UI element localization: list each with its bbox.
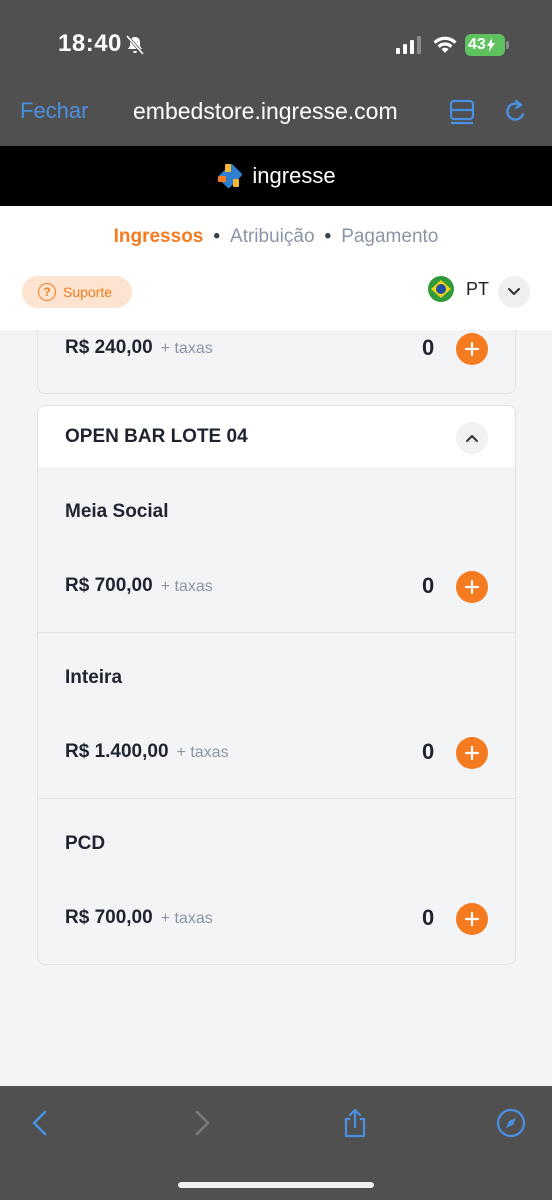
support-label: Suporte [63, 284, 113, 300]
ticket-list: R$ 240,00 + taxas 0 OPEN BAR LOTE 04 Mei… [0, 330, 552, 1086]
language-dropdown-button[interactable] [498, 276, 530, 308]
ticket-row-meia-social: Meia Social R$ 700,00 + taxas 0 [38, 467, 515, 633]
ticket-price: R$ 1.400,00 [65, 741, 169, 762]
status-time: 18:40 [58, 30, 122, 57]
ticket-quantity: 0 [422, 739, 435, 764]
ticket-row-inteira: Inteira R$ 1.400,00 + taxas 0 [38, 633, 515, 799]
language-code: PT [466, 278, 490, 299]
help-circle-icon: ? [38, 283, 56, 301]
batch-title: OPEN BAR LOTE 04 [65, 426, 248, 447]
ticket-quantity: 0 [422, 905, 435, 930]
charging-icon [486, 38, 495, 52]
plus-icon [465, 342, 479, 356]
plus-icon [465, 912, 479, 926]
step-separator: • [213, 226, 221, 247]
price-row: R$ 700,00 + taxas [65, 907, 213, 929]
ticket-fees: + taxas [176, 744, 229, 761]
reader-mode-icon[interactable] [449, 98, 475, 126]
price-row: R$ 240,00 + taxas [65, 337, 213, 359]
ticket-row-pcd: PCD R$ 700,00 + taxas 0 [38, 799, 515, 964]
compass-icon[interactable] [496, 1108, 526, 1138]
batch-header[interactable]: OPEN BAR LOTE 04 [38, 406, 515, 467]
reload-icon[interactable] [502, 98, 528, 126]
back-icon[interactable] [26, 1108, 56, 1138]
language-selector[interactable]: PT [428, 276, 489, 302]
price-row: R$ 1.400,00 + taxas [65, 741, 229, 763]
step-separator: • [324, 226, 332, 247]
ticket-fees: + taxas [160, 910, 213, 927]
battery-tip [506, 41, 509, 49]
plus-icon [465, 580, 479, 594]
share-icon[interactable] [340, 1108, 370, 1138]
signal-icon [396, 36, 421, 54]
checkout-steps: Ingressos • Atribuição • Pagamento [0, 226, 552, 248]
ticket-fees: + taxas [160, 578, 213, 595]
step-tickets[interactable]: Ingressos [114, 226, 204, 247]
chevron-down-icon [508, 288, 520, 295]
brand-name: ingresse [252, 163, 336, 188]
home-indicator [178, 1182, 374, 1188]
ticket-fees: + taxas [160, 340, 213, 357]
support-button[interactable]: ? Suporte [22, 276, 132, 308]
plus-icon [465, 746, 479, 760]
wifi-icon [433, 36, 457, 53]
price-row: R$ 700,00 + taxas [65, 575, 213, 597]
previous-batch-card: R$ 240,00 + taxas 0 [37, 330, 516, 394]
forward-icon[interactable] [186, 1108, 216, 1138]
url-display[interactable]: embedstore.ingresse.com [133, 98, 398, 125]
collapse-button[interactable] [456, 422, 488, 454]
ticket-quantity: 0 [422, 335, 435, 360]
browser-chrome-top: 18:40 43 Fechar embedstore.ingresse.com [0, 0, 552, 146]
browser-toolbar [0, 1086, 552, 1200]
brand-bar: ingresse [0, 146, 552, 206]
add-ticket-button[interactable] [456, 571, 488, 603]
step-assignment[interactable]: Atribuição [230, 226, 315, 247]
ticket-price: R$ 700,00 [65, 575, 153, 596]
browser-nav-row: Fechar embedstore.ingresse.com [0, 90, 552, 146]
bell-off-icon [125, 35, 145, 55]
brazil-flag-icon [428, 276, 454, 302]
status-bar: 18:40 43 [0, 0, 552, 90]
ticket-quantity: 0 [422, 573, 435, 598]
ticket-name: Meia Social [65, 501, 169, 522]
add-ticket-button[interactable] [456, 333, 488, 365]
battery-indicator: 43 [465, 34, 505, 56]
close-button[interactable]: Fechar [20, 98, 88, 124]
battery-level: 43 [468, 36, 486, 53]
batch-card: OPEN BAR LOTE 04 Meia Social R$ 700,00 +… [37, 405, 516, 965]
checkout-header: Ingressos • Atribuição • Pagamento ? Suporte… [0, 206, 552, 330]
ingresse-logo-icon [218, 164, 243, 188]
ticket-name: Inteira [65, 667, 123, 688]
ticket-price: R$ 700,00 [65, 907, 153, 928]
ticket-price: R$ 240,00 [65, 337, 153, 358]
add-ticket-button[interactable] [456, 737, 488, 769]
ticket-name: PCD [65, 833, 106, 854]
add-ticket-button[interactable] [456, 903, 488, 935]
chevron-up-icon [466, 435, 478, 442]
step-payment[interactable]: Pagamento [341, 226, 438, 247]
